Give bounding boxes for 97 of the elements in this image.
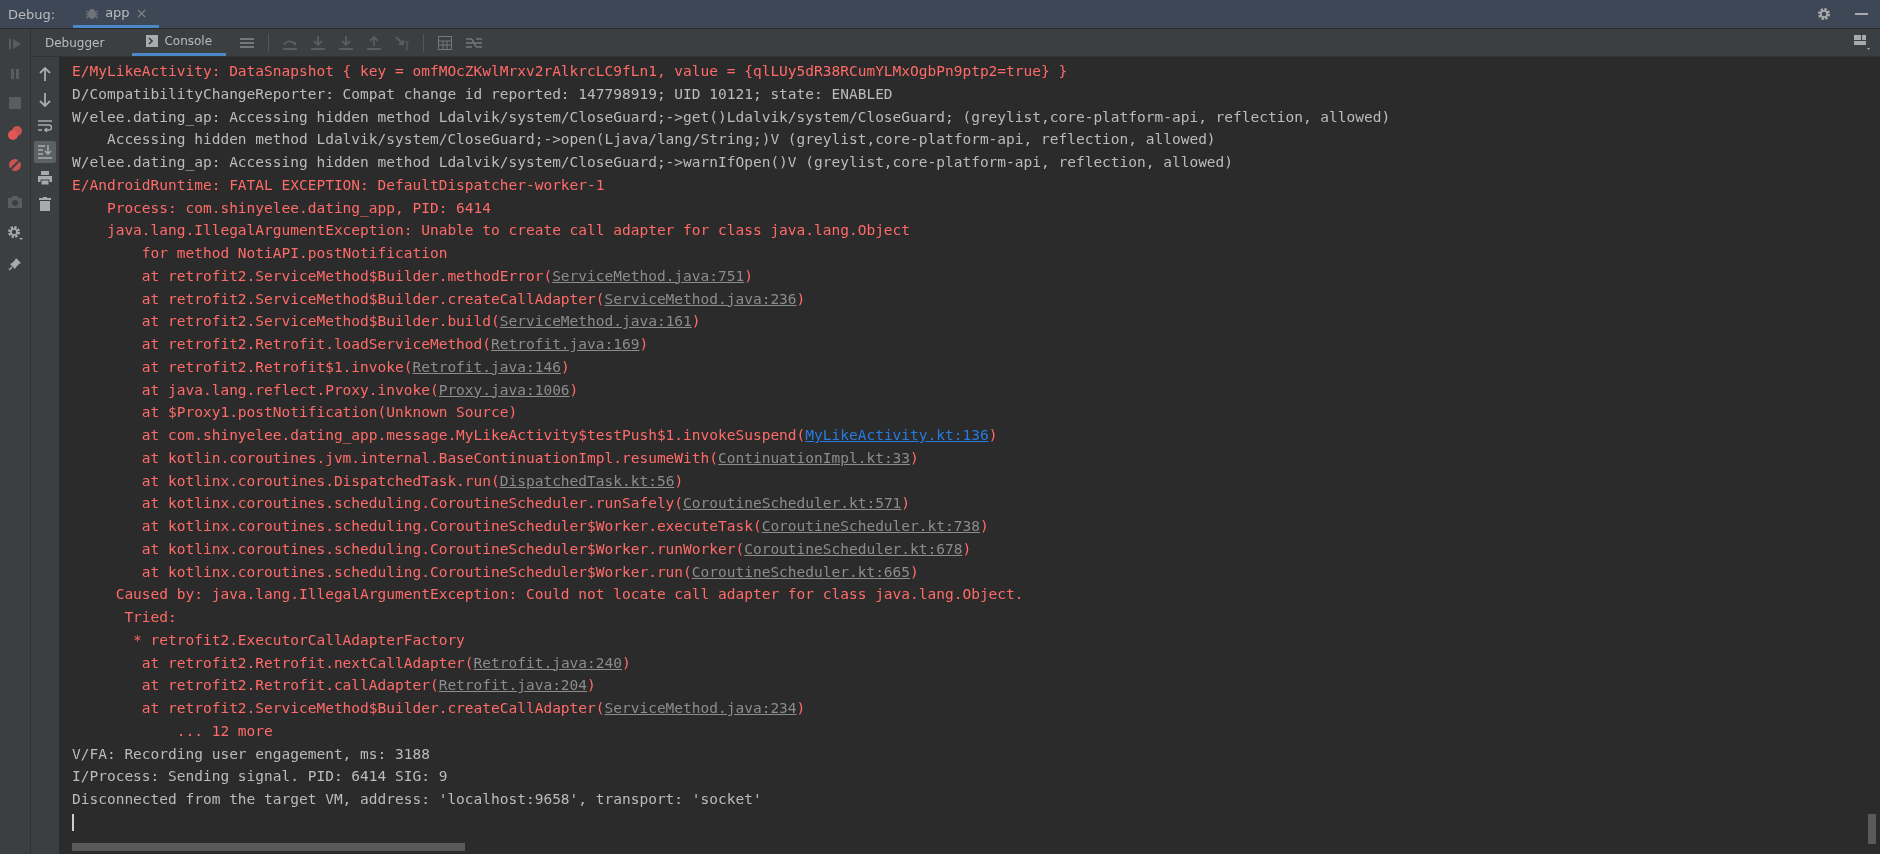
log-text: )	[962, 540, 972, 557]
source-link[interactable]: ServiceMethod.java:236	[604, 290, 797, 307]
log-text: at com.shinyelee.dating_app.message.MyLikeActivity$testPush$1.invokeSuspend(	[140, 427, 806, 443]
source-link[interactable]: CoroutineScheduler.kt:665	[691, 563, 911, 580]
log-text: at kotlinx.coroutines.scheduling.CoroutineScheduler.runSafely(	[140, 495, 684, 512]
minimize-icon[interactable]	[1855, 12, 1868, 16]
soft-wrap-icon	[38, 120, 52, 132]
run-to-cursor-icon[interactable]	[395, 35, 410, 50]
source-link[interactable]: CoroutineScheduler.kt:678	[744, 540, 963, 557]
log-text: Caused by: java.lang.IllegalArgumentException: Could not locate call adapter for class java.lang.Object.	[114, 586, 1024, 603]
panel-title: Debug:	[8, 6, 56, 22]
text-cursor	[72, 813, 74, 831]
log-text: Disconnected from the target VM, address: 'localhost:9658', transport: 'socket'	[72, 791, 762, 807]
trash-icon	[39, 197, 51, 211]
log-text: )	[622, 654, 631, 671]
source-link[interactable]: ServiceMethod.java:161	[499, 313, 692, 330]
scroll-to-end-icon	[38, 145, 52, 159]
calculator-icon[interactable]	[438, 35, 453, 50]
log-text: at java.lang.reflect.Proxy.invoke(	[140, 381, 439, 398]
log-text: at kotlin.coroutines.jvm.internal.BaseContinuationImpl.resumeWith(	[140, 449, 718, 466]
log-text: )	[910, 449, 919, 466]
log-text: at retrofit2.Retrofit.callAdapter(	[140, 677, 439, 694]
log-text: )	[587, 677, 596, 694]
scroll-end-button[interactable]	[34, 141, 56, 163]
source-link[interactable]: ContinuationImpl.kt:33	[718, 449, 911, 466]
mute-breakpoints-icon[interactable]	[7, 157, 23, 173]
settings-icon[interactable]	[1817, 7, 1831, 21]
log-text: at kotlinx.coroutines.scheduling.CoroutineScheduler$Worker.runWorker(	[140, 540, 745, 557]
trace-icon[interactable]	[466, 36, 483, 49]
printer-icon	[38, 171, 52, 185]
log-text: )	[639, 336, 649, 352]
log-text: )	[691, 313, 701, 330]
source-link[interactable]: ServiceMethod.java:751	[552, 267, 745, 284]
log-text: ... 12 more	[175, 722, 273, 739]
log-text: at retrofit2.ServiceMethod$Builder.build(	[140, 313, 500, 330]
source-link[interactable]: CoroutineScheduler.kt:738	[761, 518, 980, 534]
source-link[interactable]: ServiceMethod.java:234	[604, 700, 797, 716]
layout-icon[interactable]	[1854, 34, 1870, 51]
step-into-icon[interactable]	[311, 35, 326, 50]
panel-tab[interactable]: Console	[132, 29, 227, 56]
log-text: D/CompatibilityChangeReporter: Compat change id reported: 147798919; UID 10121; state: ENABLED	[72, 85, 893, 102]
pin-icon[interactable]	[8, 257, 22, 271]
log-text: V/FA: Recording user engagement, ms: 3188	[72, 745, 430, 762]
terminal-icon	[146, 35, 159, 47]
log-text: )	[988, 427, 998, 443]
up-arrow-icon	[39, 67, 51, 81]
close-icon[interactable]: ×	[135, 4, 148, 21]
log-text: at kotlinx.coroutines.DispatchedTask.run(	[140, 472, 500, 489]
log-text: )	[910, 563, 919, 580]
source-link[interactable]: Retrofit.java:204	[438, 677, 588, 694]
log-text: at $Proxy1.postNotification(Unknown Source)	[140, 404, 518, 421]
source-link[interactable]: DispatchedTask.kt:56	[499, 472, 675, 489]
log-text: W/elee.dating_ap: Accessing hidden method Ldalvik/system/CloseGuard;->get()Ldalvik/system/CloseGuard; (greylist,core-platform-api, reflection, allowed)	[72, 108, 1391, 125]
camera-icon[interactable]	[7, 195, 23, 209]
horizontal-scrollbar[interactable]	[72, 843, 465, 851]
log-text: for method NotiAPI.postNotification	[140, 245, 448, 261]
breakpoints-icon[interactable]	[7, 125, 23, 141]
log-text: W/elee.dating_ap: Accessing hidden method Ldalvik/system/CloseGuard;->warnIfOpen()V (greylist,core-platform-api, reflection, allowed)	[72, 154, 1234, 170]
log-text: at kotlinx.coroutines.scheduling.CoroutineScheduler$Worker.run(	[140, 563, 692, 580]
log-text: Tried:	[123, 609, 177, 625]
log-text: )	[560, 358, 570, 375]
log-text: at retrofit2.ServiceMethod$Builder.methodError(	[140, 267, 553, 284]
source-link[interactable]: Retrofit.java:146	[412, 358, 561, 375]
source-link[interactable]: Retrofit.java:169	[491, 336, 640, 352]
source-link[interactable]: Proxy.java:1006	[438, 381, 570, 398]
down-arrow-icon	[39, 93, 51, 107]
log-text: )	[674, 472, 684, 489]
log-text: * retrofit2.ExecutorCallAdapterFactory	[132, 631, 465, 648]
log-text: I/Process: Sending signal. PID: 6414 SIG: 9	[72, 768, 448, 785]
log-text: java.lang.IllegalArgumentException: Unable to create call adapter for class java.lang.Object	[105, 222, 911, 239]
settings-icon[interactable]	[7, 225, 23, 241]
menu-icon[interactable]	[240, 36, 255, 49]
log-text: E/AndroidRuntime: FATAL EXCEPTION: DefaultDispatcher-worker-1	[72, 176, 605, 193]
pause-icon[interactable]	[8, 67, 22, 81]
log-text: )	[901, 495, 911, 512]
log-text: Accessing hidden method Ldalvik/system/CloseGuard;->open(Ljava/lang/String;)V (greylist,core-platform-api, reflection, allowed)	[105, 131, 1216, 148]
log-text: Process: com.shinyelee.dating_app, PID: 6414	[105, 199, 492, 216]
log-text: at retrofit2.Retrofit.loadServiceMethod(	[140, 336, 492, 352]
log-text: at retrofit2.ServiceMethod$Builder.createCallAdapter(	[140, 700, 605, 716]
log-text: )	[979, 518, 989, 534]
log-text: at retrofit2.Retrofit$1.invoke(	[140, 358, 413, 375]
panel-tab[interactable]: Debugger	[31, 29, 119, 56]
log-text: )	[796, 290, 806, 307]
source-link[interactable]: Retrofit.java:240	[473, 654, 622, 671]
source-link[interactable]: MyLikeActivity.kt:136	[805, 427, 989, 443]
source-link[interactable]: CoroutineScheduler.kt:571	[683, 495, 902, 512]
log-text: at retrofit2.ServiceMethod$Builder.createCallAdapter(	[140, 290, 605, 307]
log-text: )	[744, 267, 753, 284]
log-text: E/MyLikeActivity: DataSnapshot { key = omfMOcZKwlMrxv2rAlkrcLC9fLn1, value = {qlLUy5dR38RCumYLMxOgbPn9ptp2=true} }	[72, 63, 1068, 79]
step-out-icon[interactable]	[367, 35, 382, 50]
log-text: at kotlinx.coroutines.scheduling.CoroutineScheduler$Worker.executeTask(	[140, 518, 762, 534]
log-text: at retrofit2.Retrofit.nextCallAdapter(	[140, 654, 474, 671]
resume-icon[interactable]	[8, 37, 22, 51]
force-step-into-icon[interactable]	[339, 35, 354, 50]
log-text: )	[796, 700, 806, 716]
log-text: )	[569, 381, 579, 398]
vertical-scrollbar[interactable]	[1868, 814, 1876, 844]
